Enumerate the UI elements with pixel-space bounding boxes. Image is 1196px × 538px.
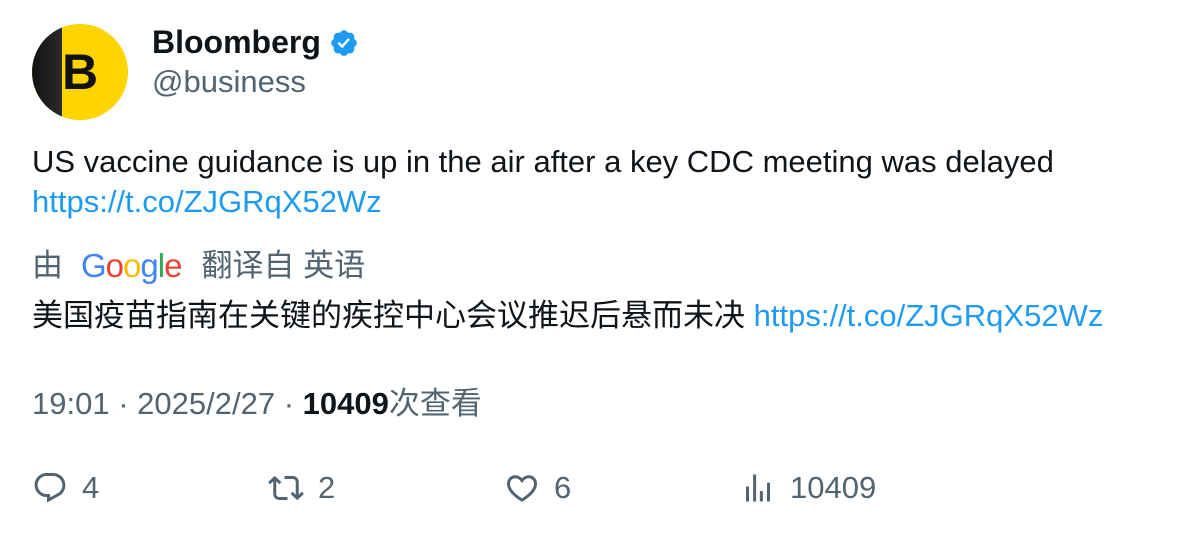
- like-count: 6: [554, 470, 572, 505]
- heart-icon: [506, 475, 538, 502]
- tweet-text: US vaccine guidance is up in the air aft…: [32, 142, 1172, 222]
- translation-attribution: 由 Google 翻译自 英语: [32, 246, 365, 286]
- avatar-letter: B: [62, 44, 99, 100]
- analytics-icon: [746, 474, 770, 502]
- author-name-row: Bloomberg: [152, 22, 359, 62]
- translated-text: 美国疫苗指南在关键的疾控中心会议推迟后悬而未决 https://t.co/ZJG…: [32, 296, 1182, 336]
- meta-separator: ·: [283, 386, 295, 421]
- views-button[interactable]: 10409: [740, 470, 876, 506]
- tweet-link[interactable]: https://t.co/ZJGRqX52Wz: [32, 184, 382, 219]
- avatar[interactable]: B: [32, 24, 128, 120]
- reply-button[interactable]: 4: [32, 470, 99, 506]
- like-button[interactable]: 6: [504, 470, 571, 506]
- verified-badge-icon: [331, 30, 357, 56]
- translation-prefix: 由: [32, 248, 63, 283]
- repost-icon: [268, 475, 304, 501]
- avatar-dark-bar: [32, 24, 62, 120]
- reply-count: 4: [82, 470, 100, 505]
- repost-count: 2: [318, 470, 336, 505]
- tweet-date[interactable]: 2025/2/27: [137, 386, 275, 421]
- tweet-time[interactable]: 19:01: [32, 386, 110, 421]
- action-bar: 4 2 6 10409: [32, 470, 1182, 514]
- meta-separator: ·: [118, 386, 129, 421]
- reply-icon: [34, 473, 66, 503]
- views-count: 10409: [790, 470, 877, 505]
- author-name[interactable]: Bloomberg: [152, 22, 321, 62]
- view-count: 10409: [302, 386, 389, 421]
- translated-body: 美国疫苗指南在关键的疾控中心会议推迟后悬而未决: [32, 298, 745, 333]
- translation-suffix: 翻译自 英语: [201, 248, 366, 283]
- tweet-meta: 19:01 · 2025/2/27 · 10409次查看: [32, 384, 482, 424]
- tweet-body: US vaccine guidance is up in the air aft…: [32, 144, 1054, 179]
- view-count-label: 次查看: [388, 386, 482, 421]
- repost-button[interactable]: 2: [268, 470, 335, 506]
- author-handle[interactable]: @business: [152, 62, 306, 102]
- google-logo: Google: [81, 247, 182, 284]
- translated-link[interactable]: https://t.co/ZJGRqX52Wz: [754, 298, 1104, 333]
